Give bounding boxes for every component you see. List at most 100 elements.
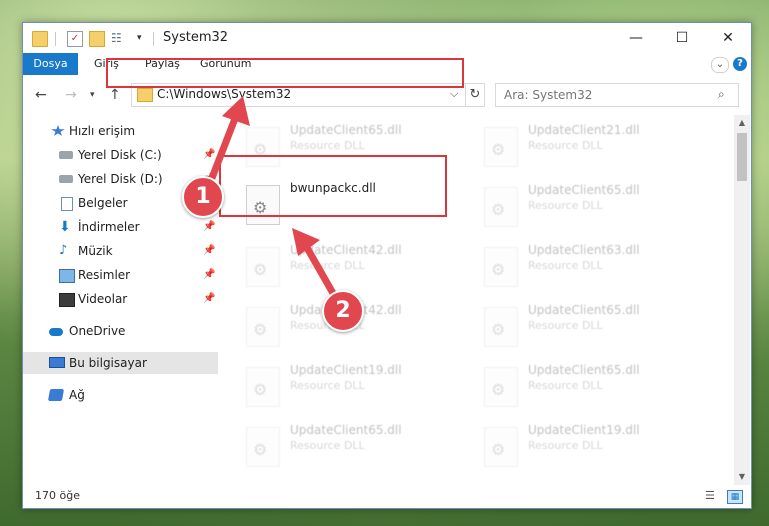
toolbar-dropdown-icon[interactable]: ▾ (137, 31, 151, 45)
file-item[interactable]: UpdateClient19.dll Resource DLL (484, 423, 704, 471)
details-view-icon[interactable]: ☰ (705, 490, 719, 502)
file-item[interactable]: UpdateClient21.dll Resource DLL (484, 123, 704, 171)
file-type: Resource DLL (528, 199, 603, 212)
sidebar-item-quick-access[interactable]: Hızlı erişim (23, 120, 218, 142)
recent-locations-button[interactable]: ▾ (90, 90, 95, 100)
file-name: UpdateClient65.dll (290, 123, 402, 137)
file-highlight-box (219, 155, 447, 217)
sidebar-item-label: Hızlı erişim (69, 124, 136, 138)
expand-ribbon-icon[interactable]: ⌄ (711, 57, 729, 73)
sidebar-item-label: Ağ (69, 388, 85, 402)
file-type: Resource DLL (290, 379, 365, 392)
up-button[interactable]: ↑ (109, 87, 121, 103)
sidebar-item-onedrive[interactable]: OneDrive (23, 320, 218, 342)
scroll-up-icon[interactable]: ▲ (734, 115, 750, 131)
sidebar-item-music[interactable]: ♪ Müzik 📌 (23, 240, 218, 262)
pin-icon[interactable]: 📌 (203, 144, 215, 166)
dll-file-icon (484, 187, 518, 227)
sidebar-item-label: Belgeler (78, 196, 128, 210)
sidebar-item-local-disk-c[interactable]: Yerel Disk (C:) 📌 (23, 144, 218, 166)
file-item[interactable]: UpdateClient63.dll Resource DLL (484, 243, 704, 291)
title-bar: ✓ ☷ ▾ System32 — ☐ ✕ (23, 23, 751, 53)
scroll-thumb[interactable] (737, 133, 747, 181)
pin-icon[interactable]: 📌 (203, 216, 215, 238)
file-name: UpdateClient19.dll (290, 363, 402, 377)
file-name: UpdateClient42.dll (290, 243, 402, 257)
file-name: UpdateClient65.dll (290, 423, 402, 437)
file-item[interactable]: UpdateClient65.dll Resource DLL (484, 363, 704, 411)
dll-file-icon (484, 367, 518, 407)
maximize-button[interactable]: ☐ (659, 23, 705, 53)
address-highlight-box (106, 58, 464, 88)
sidebar-item-label: Resimler (78, 268, 131, 282)
dll-file-icon (484, 127, 518, 167)
dll-file-icon (246, 307, 280, 347)
folder-icon[interactable] (32, 31, 48, 47)
pictures-icon (59, 269, 75, 283)
large-icons-view-icon[interactable]: ▦ (727, 490, 743, 504)
cloud-icon (49, 328, 63, 336)
scroll-down-icon[interactable]: ▼ (734, 469, 750, 485)
folder-icon (137, 88, 153, 102)
vertical-scrollbar[interactable]: ▲ ▼ (734, 115, 750, 485)
search-box[interactable]: ⌕ (495, 83, 739, 107)
file-type: Resource DLL (528, 139, 603, 152)
star-icon (51, 125, 65, 136)
tab-file[interactable]: Dosya (23, 53, 78, 75)
dll-file-icon (246, 247, 280, 287)
sidebar-item-downloads[interactable]: ⬇ İndirmeler 📌 (23, 216, 218, 238)
file-type: Resource DLL (528, 259, 603, 272)
customize-icon[interactable]: ☷ (111, 31, 125, 45)
minimize-button[interactable]: — (613, 23, 659, 53)
sidebar-item-label: Müzik (78, 244, 113, 258)
toolbar-divider (55, 32, 56, 46)
file-name: UpdateClient63.dll (528, 243, 640, 257)
close-button[interactable]: ✕ (705, 23, 751, 53)
forward-button[interactable]: → (65, 87, 77, 103)
navigation-pane: Hızlı erişim Yerel Disk (C:) 📌 Yerel Dis… (23, 115, 218, 485)
sidebar-item-network[interactable]: Ağ (23, 384, 218, 406)
file-name: UpdateClient19.dll (528, 423, 640, 437)
pin-icon[interactable]: 📌 (203, 288, 215, 310)
sidebar-item-this-pc[interactable]: Bu bilgisayar (23, 352, 218, 374)
address-path[interactable]: C:\Windows\System32 (157, 87, 291, 101)
file-name: UpdateClient65.dll (528, 363, 640, 377)
file-type: Resource DLL (528, 319, 603, 332)
disk-icon (59, 151, 73, 159)
sidebar-item-label: Bu bilgisayar (69, 356, 147, 370)
file-item[interactable]: UpdateClient42.dll Resource DLL (246, 243, 466, 291)
sidebar-item-videos[interactable]: Videolar 📌 (23, 288, 218, 310)
download-icon: ⬇ (59, 219, 71, 235)
dll-file-icon (484, 247, 518, 287)
toolbar-divider (153, 32, 154, 46)
file-name: UpdateClient21.dll (528, 123, 640, 137)
file-item[interactable]: UpdateClient65.dll Resource DLL (246, 423, 466, 471)
back-button[interactable]: ← (35, 87, 47, 103)
pin-icon[interactable]: 📌 (203, 240, 215, 262)
search-icon[interactable]: ⌕ (718, 87, 725, 102)
address-dropdown-icon[interactable]: ⌵ (450, 87, 458, 101)
sidebar-item-label: Videolar (78, 292, 128, 306)
file-type: Resource DLL (290, 139, 365, 152)
help-icon[interactable]: ? (733, 57, 747, 71)
file-item[interactable]: UpdateClient19.dll Resource DLL (246, 363, 466, 411)
refresh-button[interactable]: ↻ (465, 84, 484, 106)
sidebar-item-pictures[interactable]: Resimler 📌 (23, 264, 218, 286)
file-item[interactable]: UpdateClient65.dll Resource DLL (484, 183, 704, 231)
new-folder-icon[interactable] (89, 31, 105, 47)
sidebar-item-label: İndirmeler (78, 220, 140, 234)
file-type: Resource DLL (528, 439, 603, 452)
pin-icon[interactable]: 📌 (203, 264, 215, 286)
dll-file-icon (484, 427, 518, 467)
network-icon (47, 389, 65, 401)
step-2-badge: 2 (322, 290, 364, 332)
file-type: Resource DLL (290, 439, 365, 452)
music-icon: ♪ (59, 243, 68, 258)
file-name: UpdateClient65.dll (528, 183, 640, 197)
file-item[interactable]: UpdateClient65.dll Resource DLL (484, 303, 704, 351)
computer-icon (49, 357, 65, 368)
sidebar-item-label: Yerel Disk (C:) (78, 148, 162, 162)
videos-icon (59, 293, 75, 307)
properties-check-icon[interactable]: ✓ (67, 31, 83, 47)
search-input[interactable] (502, 86, 706, 104)
